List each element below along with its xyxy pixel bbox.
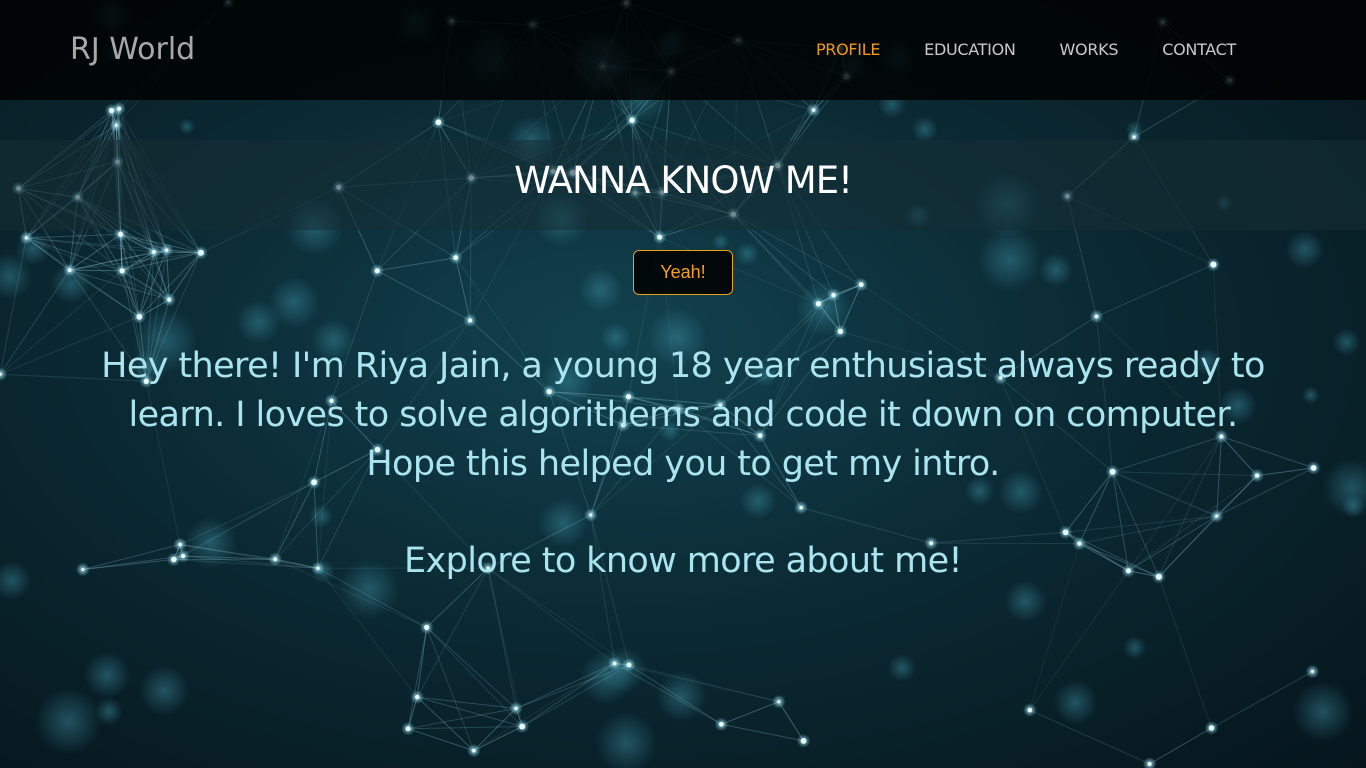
navbar: RJ World PROFILE EDUCATION WORKS CONTACT (0, 0, 1366, 100)
explore-text: Explore to know more about me! (404, 541, 963, 581)
nav-link-works[interactable]: WORKS (1060, 38, 1119, 62)
yeah-button[interactable]: Yeah! (633, 250, 733, 295)
nav-link-education[interactable]: EDUCATION (924, 38, 1016, 62)
nav-menu: PROFILE EDUCATION WORKS CONTACT (816, 38, 1236, 62)
page: RJ World PROFILE EDUCATION WORKS CONTACT… (0, 0, 1366, 768)
nav-link-profile[interactable]: PROFILE (816, 38, 881, 62)
page-title: WANNA KNOW ME! (514, 159, 853, 202)
brand-logo[interactable]: RJ World (70, 30, 195, 70)
intro-text: Hey there! I'm Riya Jain, a young 18 yea… (101, 346, 1265, 484)
nav-link-contact[interactable]: CONTACT (1162, 38, 1236, 62)
